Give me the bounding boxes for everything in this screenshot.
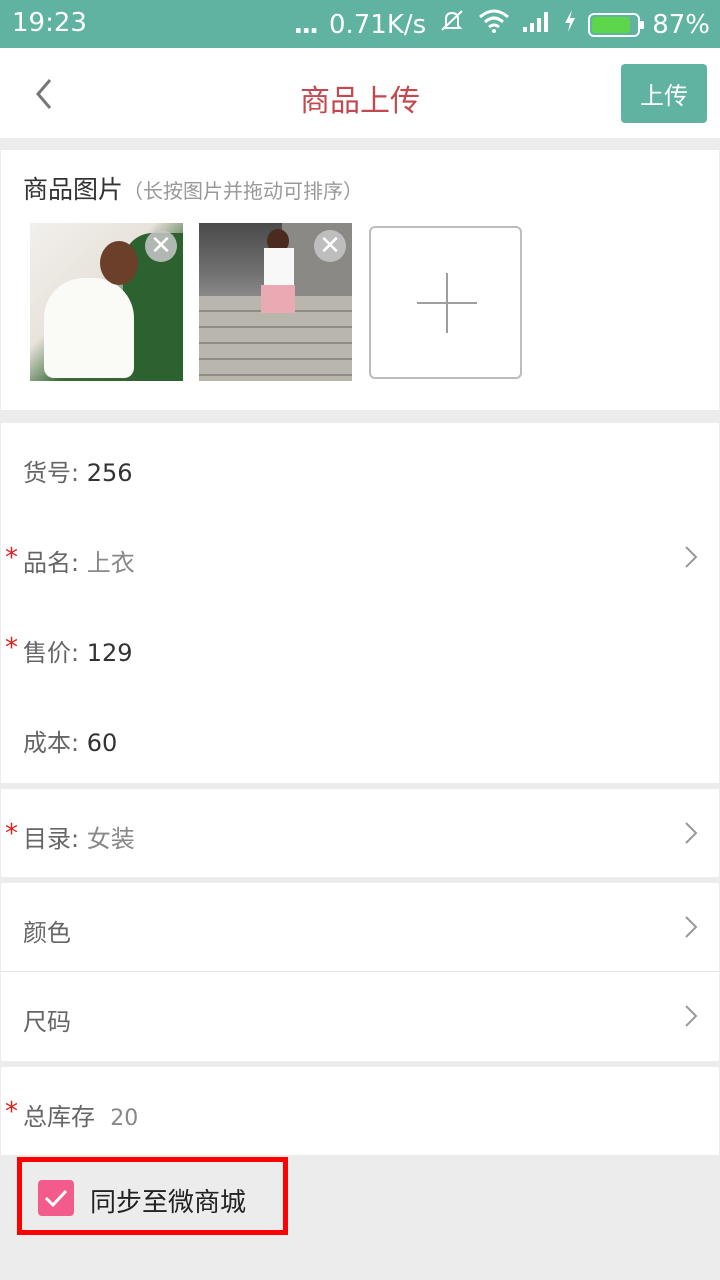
signal-icon [522, 9, 552, 40]
required-mark: * [5, 819, 18, 849]
photos-label: 商品图片（长按图片并拖动可排序） [23, 170, 363, 206]
field-color[interactable]: 颜色 [1, 883, 719, 971]
battery-percent: 87% [652, 9, 710, 40]
photos-title: 商品图片 [23, 175, 124, 204]
field-price[interactable]: * 售价: 129 [1, 603, 719, 693]
wifi-icon [478, 8, 510, 41]
product-photo-1[interactable]: ✕ [30, 223, 183, 381]
chevron-right-icon [683, 915, 699, 939]
catalog-value: 女装 [86, 825, 135, 853]
photo-shorts [261, 285, 295, 313]
color-size-section: 颜色 尺码 [1, 883, 719, 1061]
charging-icon [564, 9, 576, 40]
field-item-no[interactable]: 货号: 256 [1, 423, 719, 513]
field-label: 货号: 256 [23, 453, 133, 488]
status-time: 19:23 [12, 8, 87, 38]
item-no-label: 货号: [23, 459, 80, 487]
stock-label: 总库存 [23, 1103, 95, 1131]
field-size[interactable]: 尺码 [1, 972, 719, 1061]
basic-fields: 货号: 256 * 品名: 上衣 * 售价: 129 成本: 60 [1, 423, 719, 783]
chevron-right-icon [683, 1004, 699, 1028]
status-bar: 19:23 ... 0.71K/s 87% [0, 0, 720, 48]
required-mark: * [5, 543, 18, 573]
field-label: 成本: 60 [23, 723, 117, 758]
battery-icon [588, 12, 645, 37]
required-mark: * [5, 1097, 18, 1127]
muted-ring-icon [438, 8, 466, 41]
price-label: 售价: [23, 639, 80, 667]
stock-value: 20 [110, 1106, 139, 1131]
field-cost[interactable]: 成本: 60 [1, 693, 719, 783]
cost-label: 成本: [23, 729, 80, 757]
status-icons: ... 0.71K/s 87% [293, 8, 710, 41]
sync-label: 同步至微商城 [90, 1188, 247, 1218]
photo-shirt [264, 248, 294, 288]
item-no-value: 256 [86, 459, 133, 487]
catalog-label: 目录: [23, 825, 80, 853]
header: 商品上传 上传 [0, 48, 720, 138]
battery-fill [592, 16, 630, 33]
remove-photo-icon[interactable]: ✕ [145, 230, 177, 262]
plus-icon-vertical [446, 273, 448, 333]
size-label: 尺码 [23, 1008, 71, 1036]
net-speed: 0.71K/s [328, 9, 427, 40]
field-label: 品名: 上衣 [23, 543, 135, 578]
sync-to-mall-option[interactable]: 同步至微商城 [17, 1157, 288, 1235]
field-stock[interactable]: * 总库存 20 [1, 1067, 719, 1155]
more-dots: ... [293, 9, 319, 40]
product-photo-2[interactable]: ✕ [199, 223, 352, 381]
field-catalog[interactable]: * 目录: 女装 [1, 789, 719, 877]
chevron-right-icon [683, 545, 699, 569]
add-photo-button[interactable] [369, 226, 522, 379]
name-value: 上衣 [86, 549, 135, 577]
upload-button[interactable]: 上传 [621, 64, 707, 123]
photo-head [100, 241, 138, 285]
field-name[interactable]: * 品名: 上衣 [1, 513, 719, 603]
field-label: 售价: 129 [23, 633, 133, 668]
photos-hint: （长按图片并拖动可排序） [123, 179, 364, 203]
price-value: 129 [86, 639, 133, 667]
page-title: 商品上传 [300, 84, 420, 119]
required-mark: * [5, 633, 18, 663]
remove-photo-icon[interactable]: ✕ [314, 230, 346, 262]
field-label: 目录: 女装 [23, 819, 135, 854]
catalog-section: * 目录: 女装 [1, 789, 719, 877]
cost-value: 60 [86, 729, 118, 757]
stock-section: * 总库存 20 [1, 1067, 719, 1155]
checkbox[interactable] [38, 1180, 74, 1216]
name-label: 品名: [23, 549, 80, 577]
field-label: 总库存 20 [23, 1097, 138, 1132]
color-label: 颜色 [23, 919, 71, 947]
checkmark-icon [44, 1189, 68, 1208]
chevron-right-icon [683, 821, 699, 845]
photos-section: 商品图片（长按图片并拖动可排序） ✕ ✕ [1, 150, 719, 410]
photo-dress [44, 278, 134, 378]
